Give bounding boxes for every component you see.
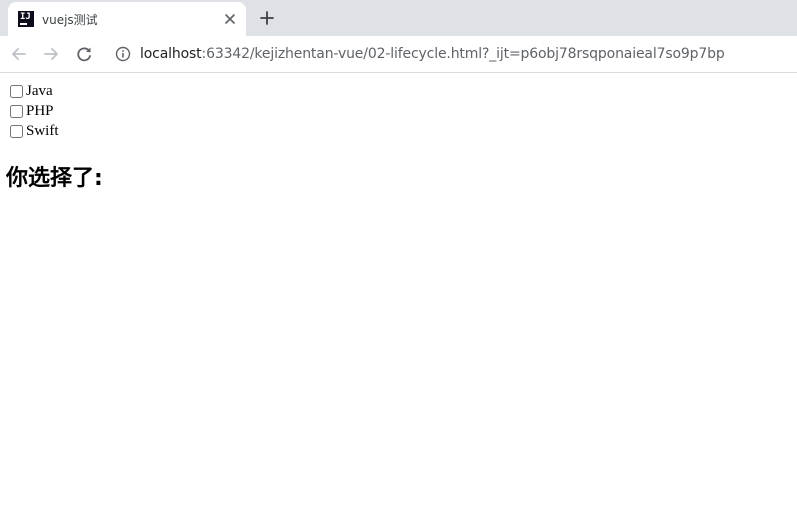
option-java[interactable]: Java [10,81,53,101]
intellij-favicon-icon: IJ [18,11,34,27]
back-arrow-icon[interactable] [9,44,29,64]
browser-toolbar: localhost:63342/kejizhentan-vue/02-lifec… [0,36,797,73]
address-bar[interactable]: localhost:63342/kejizhentan-vue/02-lifec… [140,36,725,72]
tab-title: vuejs测试 [42,13,98,27]
url-path: :63342/kejizhentan-vue/02-lifecycle.html… [201,46,725,62]
option-label: PHP [26,102,54,119]
checkbox-java[interactable] [10,84,23,98]
option-label: Java [26,82,53,99]
close-icon[interactable] [222,11,238,27]
url-host: localhost [140,46,202,62]
checkbox-swift[interactable] [10,124,23,138]
option-php[interactable]: PHP [10,101,54,121]
reload-icon[interactable] [74,44,94,64]
favicon-text: IJ [20,12,31,22]
page-content: Java PHP Swift 你选择了: [0,73,797,505]
tab-strip: IJ vuejs测试 [0,0,797,36]
option-label: Swift [26,122,59,139]
active-tab[interactable]: IJ vuejs测试 [8,2,246,36]
new-tab-plus-icon[interactable] [258,9,276,27]
checkbox-php[interactable] [10,104,23,118]
selection-result-heading: 你选择了: [6,166,103,191]
option-swift[interactable]: Swift [10,121,59,141]
forward-arrow-icon[interactable] [41,44,61,64]
info-icon[interactable] [115,46,131,62]
